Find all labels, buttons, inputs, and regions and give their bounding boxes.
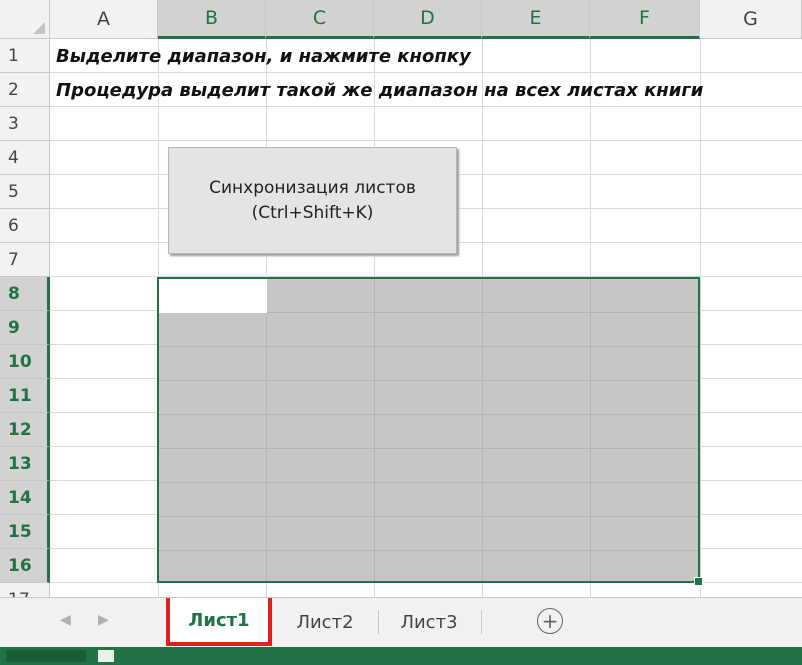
selection-gridline	[159, 380, 698, 381]
row-header-17[interactable]: 17	[0, 583, 50, 597]
selection-gridline	[159, 448, 698, 449]
select-all-corner[interactable]	[0, 0, 50, 39]
select-all-triangle-icon	[33, 22, 45, 34]
row-header-11[interactable]: 11	[0, 379, 50, 413]
gridline	[50, 72, 802, 73]
cell-a2[interactable]: Процедура выделит такой же диапазон на в…	[56, 80, 703, 101]
column-header-a[interactable]: A	[50, 0, 158, 39]
tab-sheet3[interactable]: Лист3	[384, 598, 474, 646]
row-header-3[interactable]: 3	[0, 107, 50, 141]
row-header-7[interactable]: 7	[0, 243, 50, 277]
cell-a1[interactable]: Выделите диапазон, и нажмите кнопку	[56, 46, 471, 67]
row-header-6[interactable]: 6	[0, 209, 50, 243]
tab-sheet2[interactable]: Лист2	[280, 598, 370, 646]
active-cell-b8[interactable]	[159, 279, 267, 313]
column-header-c[interactable]: C	[266, 0, 374, 39]
sync-sheets-button-shortcut: (Ctrl+Shift+K)	[251, 202, 374, 223]
sync-sheets-button[interactable]: Синхронизация листов (Ctrl+Shift+K)	[168, 147, 457, 254]
row-header-14[interactable]: 14	[0, 481, 50, 515]
selection-gridline	[159, 516, 698, 517]
plus-circle-icon[interactable]: +	[537, 608, 563, 634]
column-header-b[interactable]: B	[158, 0, 266, 39]
selection-gridline	[159, 346, 698, 347]
selection-gridline	[159, 550, 698, 551]
column-header-f[interactable]: F	[590, 0, 700, 39]
selection-gridline	[374, 279, 375, 581]
row-header-2[interactable]: 2	[0, 73, 50, 107]
status-text	[6, 650, 86, 662]
selection-gridline	[266, 279, 267, 581]
tab-separator	[481, 610, 482, 634]
fill-handle[interactable]	[694, 577, 703, 586]
column-header-d[interactable]: D	[374, 0, 482, 39]
column-header-g[interactable]: G	[700, 0, 802, 39]
row-header-13[interactable]: 13	[0, 447, 50, 481]
row-header-4[interactable]: 4	[0, 141, 50, 175]
row-header-8[interactable]: 8	[0, 277, 50, 311]
row-header-12[interactable]: 12	[0, 413, 50, 447]
row-header-5[interactable]: 5	[0, 175, 50, 209]
tab-separator	[378, 610, 379, 634]
status-bar	[0, 647, 802, 665]
tab-sheet1[interactable]: Лист1	[166, 598, 272, 646]
spreadsheet-grid[interactable]: A B C D E F G 1 2 3 4 5 6 7 8 9 10 11 12…	[0, 0, 802, 597]
sync-sheets-button-label: Синхронизация листов	[209, 177, 416, 198]
chevron-right-icon[interactable]: ▶	[98, 612, 109, 628]
column-header-e[interactable]: E	[482, 0, 590, 39]
gridline	[50, 106, 802, 107]
selection-gridline	[482, 279, 483, 581]
row-header-1[interactable]: 1	[0, 39, 50, 73]
sheet-tab-bar: ◀ ▶ Лист1 Лист2 Лист3 +	[0, 597, 802, 647]
row-header-15[interactable]: 15	[0, 515, 50, 549]
selected-range[interactable]	[157, 277, 703, 586]
row-header-10[interactable]: 10	[0, 345, 50, 379]
row-header-16[interactable]: 16	[0, 549, 50, 583]
selection-gridline	[159, 482, 698, 483]
macro-record-icon[interactable]	[98, 650, 114, 662]
chevron-left-icon[interactable]: ◀	[60, 612, 71, 628]
selection-gridline	[159, 414, 698, 415]
row-header-9[interactable]: 9	[0, 311, 50, 345]
gridline	[50, 140, 802, 141]
selection-gridline	[590, 279, 591, 581]
